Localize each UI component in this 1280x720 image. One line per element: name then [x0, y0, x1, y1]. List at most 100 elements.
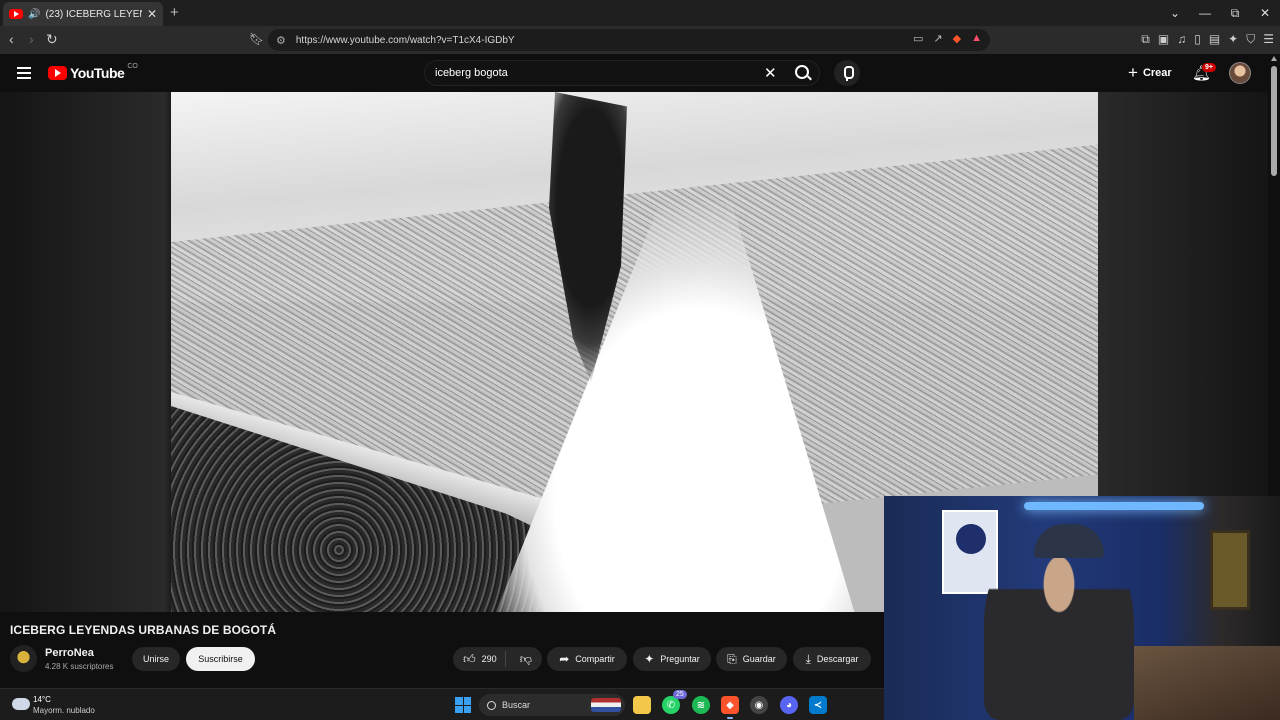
weather-temperature[interactable]: 14°C: [33, 695, 51, 704]
taskbar-search-icon: [487, 700, 496, 710]
thumbs-up-icon: 👍︎: [463, 651, 476, 666]
dislike-button[interactable]: 👎︎: [512, 652, 542, 667]
youtube-wordmark: YouTube: [70, 65, 125, 81]
channel-avatar[interactable]: [10, 645, 37, 672]
voice-search-icon[interactable]: [834, 60, 860, 86]
browser-tab-bar: 🔊 (23) ICEBERG LEYENDAS URBANAS DE BOGOT…: [0, 0, 1280, 26]
download-label: Descargar: [816, 654, 859, 664]
share-page-icon[interactable]: ↗: [933, 32, 942, 45]
spotify-icon[interactable]: ≋: [692, 696, 710, 714]
share-icon: ➦: [559, 652, 570, 666]
music-icon[interactable]: ♫: [1177, 32, 1186, 47]
speaker-icon[interactable]: 🔊: [28, 9, 40, 20]
like-dislike-group: 👍︎ 290 👎︎: [453, 647, 542, 671]
bookmark-icon[interactable]: 🔖︎: [249, 32, 264, 46]
youtube-favicon-icon: [9, 9, 23, 19]
save-bookmark-icon: ⎘: [727, 651, 737, 666]
create-label: Crear: [1142, 66, 1172, 79]
leo-ai-icon[interactable]: ✦: [1228, 32, 1238, 47]
taskbar-search[interactable]: Buscar: [479, 694, 625, 716]
webcam-led-strip: [1024, 502, 1204, 510]
cast-icon[interactable]: ▭: [913, 32, 923, 45]
create-button[interactable]: + Crear: [1128, 64, 1172, 81]
weather-cloud-icon[interactable]: [12, 693, 30, 710]
page-scrollbar[interactable]: [1268, 54, 1280, 496]
restore-button[interactable]: ⧉: [1220, 6, 1250, 21]
webcam-poster: [942, 510, 998, 594]
video-title: ICEBERG LEYENDAS URBANAS DE BOGOTÁ: [10, 623, 277, 637]
menu-icon[interactable]: ☰: [1263, 32, 1274, 47]
sparkle-icon: ✦: [644, 652, 655, 666]
scrollbar-thumb[interactable]: [1271, 66, 1277, 176]
webcam-overlay: [884, 496, 1280, 720]
search-input[interactable]: iceberg bogota ✕: [424, 60, 820, 86]
youtube-logo[interactable]: YouTube CO: [48, 62, 138, 81]
subscribe-label: Suscribirse: [198, 654, 243, 664]
join-button[interactable]: Unirse: [132, 647, 180, 671]
search-highlight-icon: [591, 698, 621, 712]
windows-start-icon[interactable]: [455, 697, 471, 713]
new-tab-button[interactable]: +: [170, 4, 179, 21]
webcam-desk: [1134, 646, 1280, 720]
save-label: Guardar: [742, 654, 776, 664]
sidebar-icon[interactable]: ▯: [1194, 32, 1201, 47]
hamburger-menu-icon[interactable]: [17, 67, 31, 79]
screen: 🔊 (23) ICEBERG LEYENDAS URBANAS DE BOGOT…: [0, 0, 1280, 720]
taskbar-search-label: Buscar: [502, 700, 531, 710]
reload-icon[interactable]: ↻: [46, 31, 58, 48]
discord-icon[interactable]: ◕: [780, 696, 798, 714]
brave-rewards-icon[interactable]: ▲: [971, 32, 982, 45]
search-icon[interactable]: [795, 65, 809, 79]
weather-condition[interactable]: Mayorm. nublado: [33, 706, 95, 715]
webcam-painting: [1210, 530, 1250, 610]
brave-shields-icon[interactable]: ◆: [953, 32, 961, 45]
tab-title: (23) ICEBERG LEYENDAS URBANAS DE BOGOTÁ …: [45, 8, 141, 20]
wallet-icon[interactable]: ▤: [1209, 32, 1220, 47]
extensions-bar: ⧉ ▣ ♫ ▯ ▤ ✦ ⛉ ☰: [1141, 32, 1274, 47]
country-code: CO: [127, 62, 138, 70]
channel-name[interactable]: PerroNea: [45, 647, 94, 659]
join-label: Unirse: [142, 654, 169, 664]
save-button[interactable]: ⎘ Guardar: [716, 647, 787, 671]
subscriber-count: 4.28 K suscriptores: [45, 662, 114, 671]
like-count: 290: [481, 654, 497, 664]
share-label: Compartir: [575, 654, 615, 664]
tab-search-button[interactable]: ⌄: [1160, 6, 1190, 20]
ask-button[interactable]: ✦ Preguntar: [633, 647, 711, 671]
screenshot-icon[interactable]: ▣: [1158, 32, 1169, 47]
ask-label: Preguntar: [660, 654, 700, 664]
download-icon: ⤓: [805, 651, 811, 666]
download-button[interactable]: ⤓ Descargar: [793, 647, 871, 671]
address-bar[interactable]: ⚙ https://www.youtube.com/watch?v=T1cX4-…: [268, 29, 990, 51]
account-avatar[interactable]: [1229, 62, 1251, 84]
url-text[interactable]: https://www.youtube.com/watch?v=T1cX4-IG…: [296, 35, 515, 46]
close-window-button[interactable]: ✕: [1250, 6, 1280, 20]
minimize-button[interactable]: —: [1190, 6, 1220, 20]
window-controls: ⌄ — ⧉ ✕: [1160, 0, 1280, 26]
site-settings-icon[interactable]: ⚙: [276, 34, 286, 47]
notifications-badge: 9+: [1202, 63, 1216, 72]
vpn-icon[interactable]: ⛉: [1246, 32, 1255, 47]
youtube-play-icon: [48, 66, 67, 80]
plus-icon: +: [1128, 63, 1138, 82]
file-explorer-icon[interactable]: [633, 696, 651, 714]
whatsapp-badge: 25: [673, 690, 687, 699]
subscribe-button[interactable]: Suscribirse: [186, 647, 255, 671]
share-button[interactable]: ➦ Compartir: [547, 647, 627, 671]
search-query[interactable]: iceberg bogota: [435, 67, 508, 79]
brave-active-indicator: [727, 717, 733, 719]
like-button[interactable]: 👍︎ 290: [453, 651, 506, 667]
vscode-icon[interactable]: ≺: [809, 696, 827, 714]
extensions-icon[interactable]: ⧉: [1141, 32, 1150, 47]
forward-icon[interactable]: ›: [29, 31, 34, 47]
browser-toolbar: ‹ › ↻ 🔖︎ ⚙ https://www.youtube.com/watch…: [0, 26, 1280, 54]
brave-browser-icon[interactable]: ◆: [721, 696, 739, 714]
chrome-icon[interactable]: ◉: [750, 696, 768, 714]
browser-tab-youtube[interactable]: 🔊 (23) ICEBERG LEYENDAS URBANAS DE BOGOT…: [3, 2, 163, 26]
scroll-up-icon[interactable]: [1271, 56, 1277, 61]
back-icon[interactable]: ‹: [9, 31, 14, 47]
youtube-header: YouTube CO iceberg bogota ✕ + Crear 🔔︎ 9…: [0, 54, 1280, 92]
windows-taskbar: 14°C Mayorm. nublado Buscar ✆ 25 ≋ ◆ ◉ ◕…: [0, 688, 884, 720]
clear-search-icon[interactable]: ✕: [764, 64, 777, 82]
close-tab-icon[interactable]: ✕: [147, 7, 157, 21]
